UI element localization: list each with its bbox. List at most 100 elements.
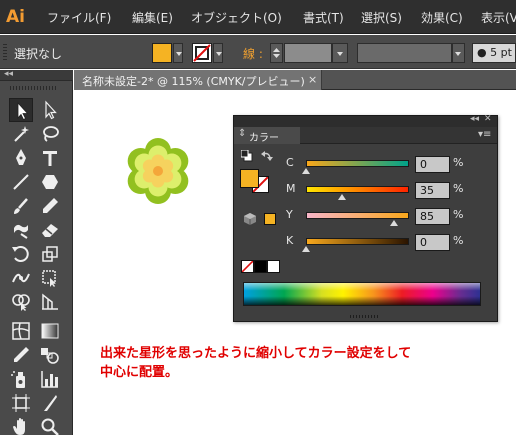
variable-width-profile[interactable] [357, 43, 452, 63]
menu-edit[interactable]: 編集(E) [132, 9, 173, 26]
swap-colors-icon[interactable] [261, 150, 273, 162]
blend-tool[interactable] [38, 343, 62, 367]
menu-object[interactable]: オブジェクト(O) [191, 9, 282, 26]
channel-k-slider[interactable] [306, 238, 409, 245]
width-tool-icon [12, 273, 30, 283]
rotate-tool[interactable] [9, 242, 33, 266]
stroke-swatch[interactable] [192, 43, 212, 63]
menu-file[interactable]: ファイル(F) [47, 9, 111, 26]
line-tool[interactable] [9, 170, 33, 194]
fill-indicator[interactable] [240, 169, 259, 188]
rotate-icon [12, 246, 29, 262]
eraser-tool[interactable] [38, 218, 62, 242]
channel-c-thumb[interactable] [302, 168, 310, 174]
collapse-icon[interactable]: ◂◂ [470, 114, 479, 124]
channel-m-label: M [286, 182, 296, 195]
scale-tool[interactable] [38, 242, 62, 266]
channel-m-thumb[interactable] [338, 194, 347, 200]
channel-m-slider[interactable] [306, 186, 409, 193]
color-panel-tab-row: ⇕ カラー ▾≡ [234, 127, 497, 144]
slice-tool[interactable] [38, 391, 62, 415]
symbol-sprayer-tool[interactable] [9, 367, 33, 391]
default-colors-icon[interactable] [241, 150, 253, 162]
collapse-icon[interactable]: ◂◂ [4, 69, 13, 79]
tab-color[interactable]: ⇕ カラー [234, 127, 300, 144]
close-icon[interactable]: × [308, 73, 317, 86]
selection-tool[interactable] [9, 98, 33, 122]
scale-icon [42, 246, 58, 262]
stroke-label[interactable]: 線 : [243, 45, 263, 62]
channel-y-field[interactable]: 85 [415, 208, 450, 225]
polygon-tool[interactable] [38, 170, 62, 194]
color-panel-resize-grip[interactable] [350, 315, 378, 318]
stroke-weight-field[interactable] [284, 43, 332, 63]
mesh-icon [12, 322, 30, 340]
width-tool[interactable] [9, 266, 33, 290]
gradient-tool[interactable] [38, 319, 62, 343]
expand-arrows-icon: ⇕ [238, 128, 247, 139]
instruction-line-1: 出来た星形を思ったように縮小してカラー設定をして [100, 346, 412, 361]
channel-k-field[interactable]: 0 [415, 234, 450, 251]
white-swatch[interactable] [267, 260, 280, 273]
channel-c-field[interactable]: 0 [415, 156, 450, 173]
channel-k-thumb[interactable] [302, 246, 310, 252]
close-icon[interactable]: ✕ [484, 114, 492, 124]
control-bar: 選択なし 線 : ● 5 pt [0, 35, 516, 69]
lasso-icon [43, 126, 59, 142]
direct-selection-tool[interactable] [38, 98, 62, 122]
brush-definition[interactable]: ● 5 pt [472, 43, 516, 63]
stroke-weight-dropdown[interactable] [332, 43, 348, 63]
menu-select[interactable]: 選択(S) [361, 9, 402, 26]
fill-dropdown[interactable] [173, 43, 183, 63]
flower-artwork[interactable] [122, 135, 194, 207]
tools-panel-grip[interactable] [10, 86, 58, 90]
paintbrush-tool[interactable] [9, 194, 33, 218]
mesh-tool[interactable] [9, 319, 33, 343]
menu-effect[interactable]: 効果(C) [421, 9, 463, 26]
channel-m-unit: % [453, 182, 464, 195]
black-swatch[interactable] [254, 260, 267, 273]
slice-knife-icon [44, 395, 57, 411]
type-tool[interactable] [38, 146, 62, 170]
tools-panel: ◂◂ [0, 69, 73, 435]
pen-tool[interactable] [9, 146, 33, 170]
paintbrush-icon [14, 198, 28, 214]
blob-brush-tool[interactable] [9, 218, 33, 242]
closest-color-swatch[interactable] [264, 213, 276, 225]
color-panel-titlebar[interactable]: ◂◂ ✕ [234, 114, 497, 127]
channel-y-unit: % [453, 208, 464, 221]
panel-menu-icon[interactable]: ▾≡ [478, 129, 491, 140]
artboard-tool[interactable] [9, 391, 33, 415]
artboard-icon [12, 394, 30, 412]
none-swatch[interactable] [241, 260, 254, 273]
hand-tool[interactable] [9, 415, 33, 435]
profile-dropdown[interactable] [452, 43, 465, 63]
stroke-weight-spinner[interactable] [270, 43, 283, 63]
brush-size-label: 5 pt [490, 46, 512, 59]
perspective-grid-tool[interactable] [38, 290, 62, 314]
free-transform-tool[interactable] [38, 266, 62, 290]
document-tab[interactable]: 名称未設定-2* @ 115% (CMYK/プレビュー) × [74, 70, 322, 90]
zoom-tool[interactable] [38, 415, 62, 435]
channel-y-slider[interactable] [306, 212, 409, 219]
magic-wand-tool[interactable] [9, 122, 33, 146]
channel-k-label: K [286, 234, 294, 247]
color-spectrum-bar[interactable] [243, 282, 481, 306]
control-bar-grip[interactable] [3, 44, 7, 60]
pencil-tool[interactable] [38, 194, 62, 218]
pen-nib-icon [16, 149, 26, 165]
menu-view[interactable]: 表示(V) [481, 9, 516, 26]
fill-swatch[interactable] [152, 43, 172, 63]
shape-builder-tool[interactable] [9, 290, 33, 314]
channel-m-field[interactable]: 35 [415, 182, 450, 199]
channel-c-slider[interactable] [306, 160, 409, 167]
out-of-gamut-cube-icon[interactable] [243, 212, 257, 226]
lasso-tool[interactable] [38, 122, 62, 146]
channel-y-thumb[interactable] [389, 220, 398, 226]
tab-color-label: カラー [249, 133, 279, 144]
perspective-grid-icon [42, 293, 58, 310]
eyedropper-tool[interactable] [9, 343, 33, 367]
column-graph-tool[interactable] [38, 367, 62, 391]
stroke-dropdown[interactable] [213, 43, 223, 63]
menu-type[interactable]: 書式(T) [303, 9, 344, 26]
